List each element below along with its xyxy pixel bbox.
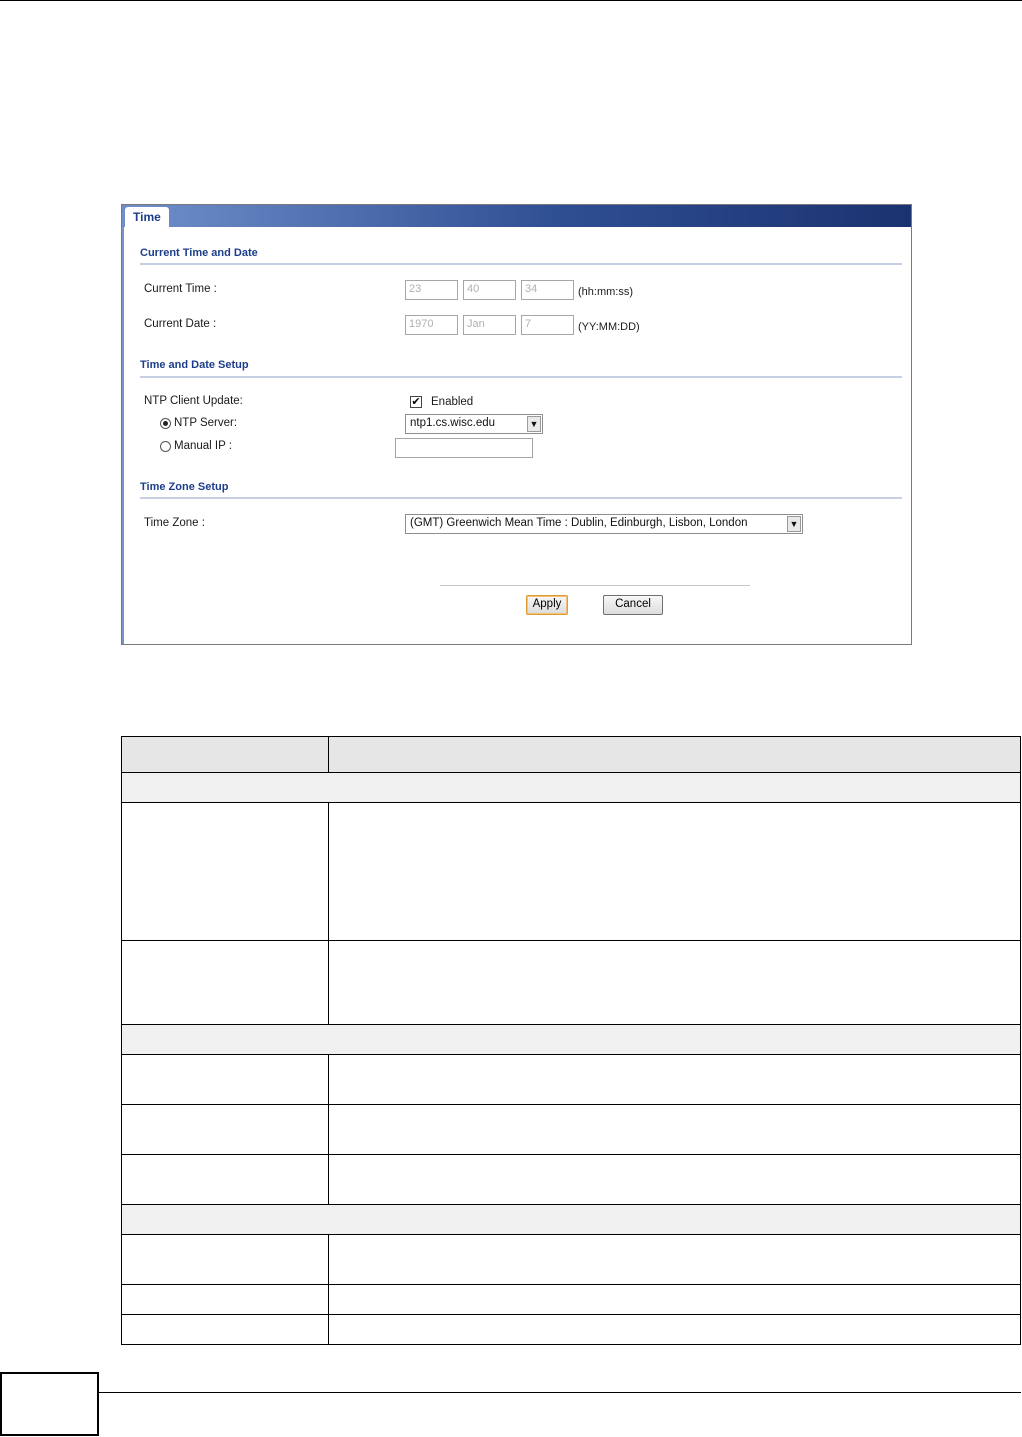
ntp-server-label: NTP Server: bbox=[174, 417, 238, 429]
panel-titlebar: Time bbox=[122, 205, 911, 227]
table-row bbox=[121, 1104, 1021, 1155]
time-zone-select[interactable]: (GMT) Greenwich Mean Time : Dublin, Edin… bbox=[405, 514, 803, 534]
table-header-description bbox=[328, 736, 1021, 773]
ntp-server-value: ntp1.cs.wisc.edu bbox=[410, 417, 496, 429]
cancel-button[interactable]: Cancel bbox=[603, 595, 663, 615]
manual-ip-label: Manual IP : bbox=[174, 440, 232, 452]
table-row bbox=[121, 802, 1021, 941]
current-time-hour-field: 23 bbox=[405, 280, 458, 300]
field-description-table bbox=[121, 736, 1021, 1345]
manual-ip-radio[interactable] bbox=[160, 441, 171, 452]
manual-ip-input[interactable] bbox=[395, 438, 533, 458]
table-header-label bbox=[121, 736, 329, 773]
table-row bbox=[121, 1284, 1021, 1315]
time-settings-panel: Time Current Time and Date Current Time … bbox=[121, 204, 912, 645]
ntp-server-select[interactable]: ntp1.cs.wisc.edu ▼ bbox=[405, 414, 543, 434]
section-divider bbox=[140, 497, 902, 499]
table-group-row bbox=[121, 1204, 1021, 1235]
current-date-label: Current Date : bbox=[144, 318, 217, 330]
panel-left-accent bbox=[122, 227, 124, 644]
current-time-label: Current Time : bbox=[144, 283, 217, 295]
section-divider bbox=[140, 376, 902, 378]
table-row bbox=[121, 940, 1021, 1025]
time-zone-label: Time Zone : bbox=[144, 517, 205, 529]
page-number-box bbox=[0, 1372, 99, 1436]
date-format-hint: (YY:MM:DD) bbox=[578, 321, 640, 333]
current-time-minute-field: 40 bbox=[463, 280, 516, 300]
top-rule bbox=[0, 0, 1022, 1]
current-time-second-field: 34 bbox=[521, 280, 574, 300]
table-row bbox=[121, 1314, 1021, 1345]
section-title-setup: Time and Date Setup bbox=[140, 359, 249, 371]
ntp-enabled-checkbox[interactable]: ✔ bbox=[410, 396, 422, 408]
section-title-current: Current Time and Date bbox=[140, 247, 258, 259]
table-group-row bbox=[121, 772, 1021, 803]
current-date-year-field: 1970 bbox=[405, 315, 458, 335]
ntp-server-radio[interactable] bbox=[160, 418, 171, 429]
time-format-hint: (hh:mm:ss) bbox=[578, 286, 633, 298]
ntp-enabled-label: Enabled bbox=[431, 396, 474, 408]
table-header-row bbox=[121, 736, 1021, 773]
chevron-down-icon: ▼ bbox=[527, 416, 541, 432]
section-divider bbox=[140, 263, 902, 265]
table-group-row bbox=[121, 1024, 1021, 1055]
apply-button[interactable]: Apply bbox=[526, 595, 568, 615]
table-row bbox=[121, 1154, 1021, 1205]
footer-rule bbox=[99, 1392, 1021, 1393]
chevron-down-icon: ▼ bbox=[787, 516, 801, 532]
table-row bbox=[121, 1054, 1021, 1105]
footer-divider bbox=[440, 585, 750, 586]
current-date-month-field: Jan bbox=[463, 315, 516, 335]
time-zone-value: (GMT) Greenwich Mean Time : Dublin, Edin… bbox=[410, 517, 748, 529]
current-date-day-field: 7 bbox=[521, 315, 574, 335]
table-row bbox=[121, 1234, 1021, 1285]
ntp-client-update-label: NTP Client Update: bbox=[144, 395, 243, 407]
section-title-zone: Time Zone Setup bbox=[140, 481, 229, 493]
tab-time[interactable]: Time bbox=[125, 207, 169, 227]
